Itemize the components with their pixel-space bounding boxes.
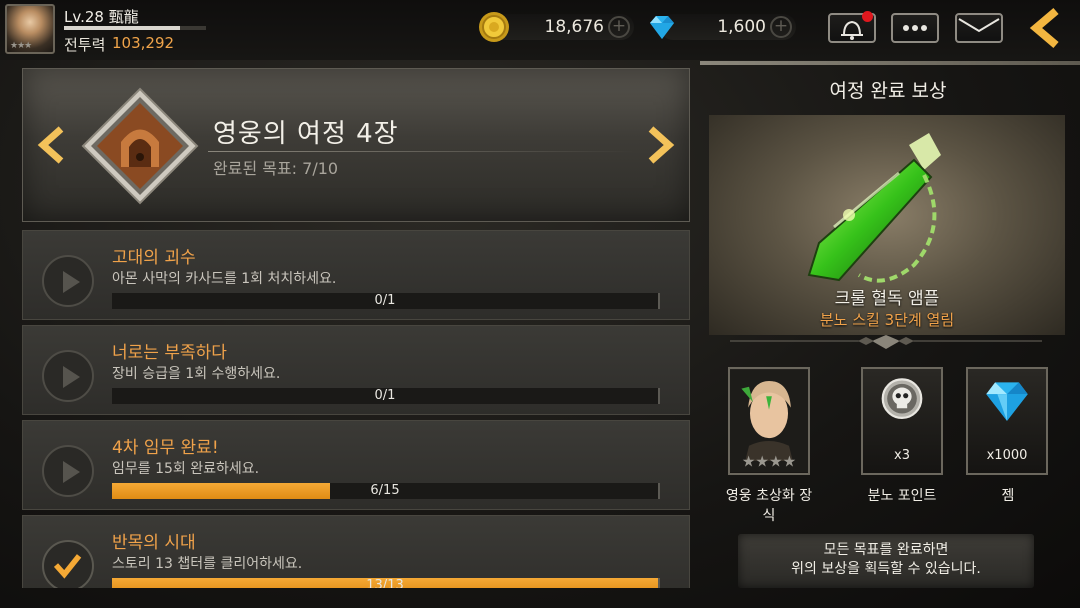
combat-power-label: 전투력 bbox=[64, 36, 106, 54]
back-button[interactable] bbox=[1022, 7, 1066, 49]
completed-check-icon bbox=[42, 540, 94, 588]
reward-item-gems[interactable]: x1000 bbox=[966, 367, 1048, 475]
quest-desc: 장비 승급을 1회 수행하세요. bbox=[112, 366, 281, 382]
reward-label: 영웅 초상화 장식 bbox=[725, 488, 813, 524]
panel-divider bbox=[700, 61, 1080, 65]
svg-text:★★★★: ★★★★ bbox=[742, 453, 797, 471]
chapter-title: 영웅의 여정 4장 bbox=[213, 119, 399, 149]
reward-item-portrait[interactable]: ★★★★ bbox=[728, 367, 810, 475]
portrait-stars: ★★★ bbox=[10, 41, 32, 51]
reward-count: x1000 bbox=[986, 448, 1028, 463]
reward-label: 분노 포인트 bbox=[867, 488, 937, 504]
reward-count: x3 bbox=[894, 448, 910, 463]
reward-item-rage-points[interactable]: x3 bbox=[861, 367, 943, 475]
quest-progress-bar: 13/13 bbox=[112, 578, 660, 588]
quest-title: 고대의 괴수 bbox=[112, 248, 196, 268]
alarm-button[interactable] bbox=[828, 11, 876, 43]
mail-icon bbox=[958, 18, 1000, 33]
quest-progress-bar: 0/1 bbox=[112, 293, 660, 309]
reward-item-name: 크룰 혈독 앰플 bbox=[834, 289, 940, 309]
quest-desc: 아몬 사막의 카사드를 1회 처치하세요. bbox=[112, 271, 337, 287]
quest-item[interactable]: 4차 임무 완료! 임무를 15회 완료하세요. 6/15 bbox=[22, 420, 690, 510]
combat-power-value: 103,292 bbox=[112, 34, 175, 52]
add-gold-button[interactable]: + bbox=[608, 16, 630, 38]
quest-progress-bar: 6/15 bbox=[112, 483, 660, 499]
notice-line1: 모든 목표를 완료하면 bbox=[823, 542, 949, 558]
gem-icon bbox=[986, 382, 1028, 421]
gem-amount: 1,600 bbox=[717, 17, 766, 37]
quest-progress-text: 13/13 bbox=[366, 578, 404, 588]
top-bar: ★★★ Lv.28 甄龍 전투력 103,292 18,676 + 1,600 … bbox=[0, 0, 1080, 60]
divider-ornament-icon bbox=[730, 335, 1042, 349]
player-level: Lv.28 bbox=[64, 8, 104, 26]
previous-chapter-arrow-icon[interactable] bbox=[35, 125, 69, 165]
quest-progress-text: 6/15 bbox=[370, 483, 400, 498]
add-gem-button[interactable]: + bbox=[770, 16, 792, 38]
quest-progress-text: 0/1 bbox=[374, 388, 396, 403]
quest-progress-text: 0/1 bbox=[374, 293, 396, 308]
mail-button[interactable] bbox=[955, 13, 1003, 43]
chapter-emblem-icon bbox=[81, 87, 199, 205]
reward-notice: 모든 목표를 완료하면 위의 보상을 획득할 수 있습니다. bbox=[738, 534, 1034, 588]
skull-coin-icon bbox=[881, 378, 923, 419]
quest-title: 4차 임무 완료! bbox=[112, 438, 219, 458]
hero-portrait-icon: ★★★★ bbox=[730, 369, 808, 473]
player-avatar[interactable]: ★★★ bbox=[5, 4, 55, 54]
quest-list[interactable]: 고대의 괴수 아몬 사막의 카사드를 1회 처치하세요. 0/1 너로는 부족하… bbox=[22, 230, 690, 588]
more-options-icon bbox=[903, 25, 927, 31]
play-icon[interactable] bbox=[42, 255, 94, 307]
chapter-progress: 완료된 목표: 7/10 bbox=[213, 159, 339, 178]
quest-desc: 스토리 13 챕터를 클리어하세요. bbox=[112, 556, 303, 572]
back-arrow-icon bbox=[1029, 7, 1059, 49]
reward-label: 젬 bbox=[1001, 488, 1015, 504]
quest-title: 너로는 부족하다 bbox=[112, 343, 227, 363]
player-level-name: Lv.28 甄龍 bbox=[64, 6, 139, 27]
gem-icon bbox=[650, 16, 674, 39]
quest-title: 반목의 시대 bbox=[112, 533, 196, 553]
quest-item[interactable]: 고대의 괴수 아몬 사막의 카사드를 1회 처치하세요. 0/1 bbox=[22, 230, 690, 320]
player-name: 甄龍 bbox=[108, 8, 139, 26]
reward-item-desc: 분노 스킬 3단계 열림 bbox=[819, 311, 955, 329]
chapter-header: 영웅의 여정 4장 완료된 목표: 7/10 bbox=[22, 68, 690, 222]
next-chapter-arrow-icon[interactable] bbox=[643, 125, 677, 165]
play-icon[interactable] bbox=[42, 445, 94, 497]
gold-amount: 18,676 bbox=[544, 17, 604, 37]
gold-coin-icon bbox=[479, 12, 509, 42]
play-icon[interactable] bbox=[42, 350, 94, 402]
quest-desc: 임무를 15회 완료하세요. bbox=[112, 461, 260, 477]
quest-item[interactable]: 반목의 시대 스토리 13 챕터를 클리어하세요. 13/13 bbox=[22, 515, 690, 588]
reward-header: 여정 완료 보상 bbox=[829, 80, 947, 102]
gold-currency: 18,676 + bbox=[478, 11, 634, 43]
notice-line2: 위의 보상을 획득할 수 있습니다. bbox=[791, 561, 981, 577]
xp-bar bbox=[64, 26, 206, 30]
gem-currency: 1,600 + bbox=[646, 11, 796, 43]
quest-item[interactable]: 너로는 부족하다 장비 승급을 1회 수행하세요. 0/1 bbox=[22, 325, 690, 415]
more-options-button[interactable] bbox=[891, 13, 939, 43]
quest-progress-bar: 0/1 bbox=[112, 388, 660, 404]
notification-badge bbox=[862, 11, 873, 22]
